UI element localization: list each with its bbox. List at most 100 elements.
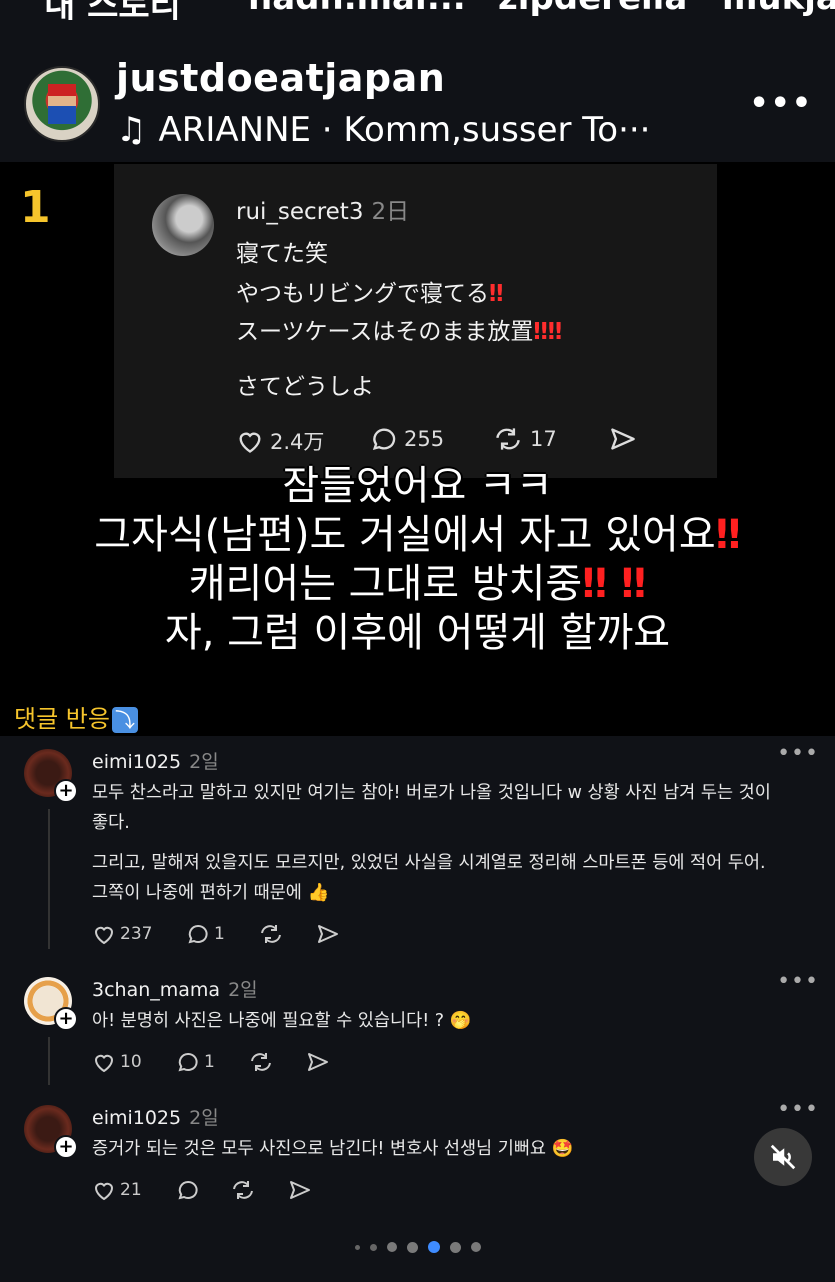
plus-icon[interactable]: + — [54, 1007, 78, 1031]
comment-icon — [178, 1052, 198, 1072]
like-count: 237 — [120, 924, 153, 944]
comment-time: 2일 — [228, 979, 258, 1001]
pager-dot[interactable] — [370, 1243, 377, 1251]
music-info[interactable]: ♫ ARIANNE · Komm,susser To··· — [116, 110, 651, 150]
more-icon[interactable]: ••• — [777, 1097, 819, 1122]
comment-item: + eimi1025 2일 ••• 모두 찬스라고 말하고 있지만 여기는 참아!… — [0, 737, 835, 967]
quoted-line: 寝てた笑 — [236, 234, 328, 268]
more-icon[interactable]: ••• — [749, 86, 813, 121]
share-icon — [308, 1053, 328, 1071]
repost-button[interactable] — [230, 1179, 260, 1201]
reel-video[interactable]: 1 rui_secret3 2日 寝てた笑 やつもリビングで寝てる‼ スーツケース… — [0, 162, 835, 736]
quoted-likes: 2.4万 — [236, 426, 324, 456]
music-title: ARIANNE · Komm,susser To··· — [158, 110, 651, 150]
like-button[interactable]: 237 — [92, 923, 152, 945]
share-button[interactable] — [288, 1179, 316, 1201]
carousel-pager[interactable] — [350, 1241, 486, 1253]
repost-button[interactable] — [248, 1051, 278, 1073]
repost-icon — [261, 925, 281, 943]
story-label[interactable]: zipderella — [498, 0, 687, 18]
story-label[interactable]: 내 스토리 — [44, 0, 181, 20]
like-count: 10 — [120, 1052, 142, 1072]
reply-button[interactable]: 1 — [176, 1051, 215, 1073]
story-label[interactable]: mukja — [722, 0, 835, 18]
music-note-icon: ♫ — [116, 110, 147, 150]
comment-list: + eimi1025 2일 ••• 모두 찬스라고 말하고 있지만 여기는 참아!… — [0, 737, 835, 1219]
pager-dot-active[interactable] — [428, 1241, 440, 1253]
post-username[interactable]: justdoeatjapan — [116, 56, 445, 100]
quoted-line: スーツケースはそのまま放置‼‼ — [236, 312, 562, 346]
subtitle-text: 잠들었어요 ㅋㅋ — [282, 463, 553, 509]
thread-line — [48, 1037, 50, 1085]
quoted-line-text: 寝てた笑 — [236, 241, 328, 267]
quoted-line-text: やつもリビングで寝てる — [236, 281, 489, 307]
alert-mark: ‼ — [715, 512, 741, 558]
share-button[interactable] — [306, 1051, 334, 1073]
profile-avatar[interactable] — [24, 66, 100, 142]
repost-icon — [496, 428, 520, 450]
alert-mark: ‼ ‼ — [582, 561, 647, 607]
pager-dot[interactable] — [387, 1242, 397, 1252]
more-icon[interactable]: ••• — [777, 969, 819, 994]
subtitle-line: 캐리어는 그대로 방치중‼ ‼ — [0, 560, 835, 609]
avatar-image — [48, 84, 76, 124]
comment-text: 증거가 되는 것은 모두 사진으로 남긴다! 변호사 선생님 기뻐요 🤩 — [92, 1139, 574, 1159]
like-count: 21 — [120, 1180, 142, 1200]
comment-time: 2일 — [189, 1107, 219, 1129]
quoted-post-card: rui_secret3 2日 寝てた笑 やつもリビングで寝てる‼ スーツケースはそ… — [114, 164, 717, 478]
pager-dot[interactable] — [355, 1244, 360, 1250]
share-icon — [611, 428, 635, 450]
reply-button[interactable]: 1 — [186, 923, 225, 945]
comment-icon — [188, 924, 208, 944]
comment-text: 모두 찬스라고 말하고 있지만 여기는 참아! 버로가 나올 것입니다 w 상황… — [92, 783, 771, 803]
quoted-username-text: rui_secret3 — [236, 199, 364, 225]
subtitles: 잠들었어요 ㅋㅋ 그자식(남편)도 거실에서 자고 있어요‼ 캐리어는 그대로 … — [0, 462, 835, 658]
comment-time: 2일 — [189, 751, 219, 773]
pager-dot[interactable] — [471, 1242, 481, 1252]
comment-username[interactable]: eimi1025 — [92, 1107, 181, 1129]
comment-text: 그쪽이 나중에 편하기 때문에 👍 — [92, 883, 330, 903]
plus-icon[interactable]: + — [54, 1135, 78, 1159]
subtitle-line: 자, 그럼 이후에 어떻게 할까요 — [0, 609, 835, 658]
repost-button[interactable] — [258, 923, 288, 945]
alert-mark: ‼‼ — [533, 319, 563, 345]
alert-mark: ‼ — [489, 281, 504, 307]
comment-username[interactable]: eimi1025 — [92, 751, 181, 773]
more-icon[interactable]: ••• — [777, 741, 819, 766]
quoted-replies-count: 255 — [404, 427, 445, 451]
thread-line — [48, 809, 50, 949]
subtitle-line: 잠들었어요 ㅋㅋ — [0, 462, 835, 511]
comment-item: + 3chan_mama 2일 ••• 아! 분명히 사진은 나중에 필요할 수 … — [0, 965, 835, 1095]
mute-button[interactable] — [754, 1128, 812, 1186]
number-badge: 1 — [20, 182, 51, 233]
story-label[interactable]: nadh.mar... — [248, 0, 466, 18]
mute-icon — [770, 1144, 796, 1170]
story-strip: 내 스토리 nadh.mar... zipderella mukja — [0, 0, 835, 20]
pager-dot[interactable] — [450, 1241, 461, 1253]
quoted-line: さてどうしよ — [236, 367, 374, 401]
heart-icon — [239, 432, 261, 453]
share-icon — [290, 1181, 310, 1199]
comment-text: 그리고, 말해져 있을지도 모르지만, 있었던 사실을 시계열로 정리해 스마트… — [92, 853, 766, 873]
quoted-replies: 255 — [370, 426, 444, 452]
comment-author: eimi1025 2일 — [92, 747, 219, 774]
like-button[interactable]: 21 — [92, 1179, 142, 1201]
quoted-username: rui_secret3 2日 — [236, 192, 409, 226]
share-button[interactable] — [316, 923, 344, 945]
plus-icon[interactable]: + — [54, 779, 78, 803]
quoted-line-text: スーツケースはそのまま放置 — [236, 319, 534, 345]
comment-author: 3chan_mama 2일 — [92, 975, 258, 1002]
like-button[interactable]: 10 — [92, 1051, 142, 1073]
quoted-avatar — [152, 194, 214, 256]
subtitle-text: 그자식(남편)도 거실에서 자고 있어요 — [94, 512, 716, 558]
pager-dot[interactable] — [407, 1241, 418, 1253]
heart-icon — [94, 1182, 114, 1201]
quoted-reposts: 17 — [492, 426, 557, 452]
reply-button[interactable] — [176, 1179, 204, 1201]
comment-username[interactable]: 3chan_mama — [92, 979, 220, 1001]
comment-icon — [178, 1180, 198, 1200]
comment-item: + eimi1025 2일 ••• 증거가 되는 것은 모두 사진으로 남긴다! … — [0, 1093, 835, 1219]
quoted-time: 2日 — [371, 199, 410, 225]
quoted-reposts-count: 17 — [530, 427, 557, 451]
subtitle-line: 그자식(남편)도 거실에서 자고 있어요‼ — [0, 511, 835, 560]
